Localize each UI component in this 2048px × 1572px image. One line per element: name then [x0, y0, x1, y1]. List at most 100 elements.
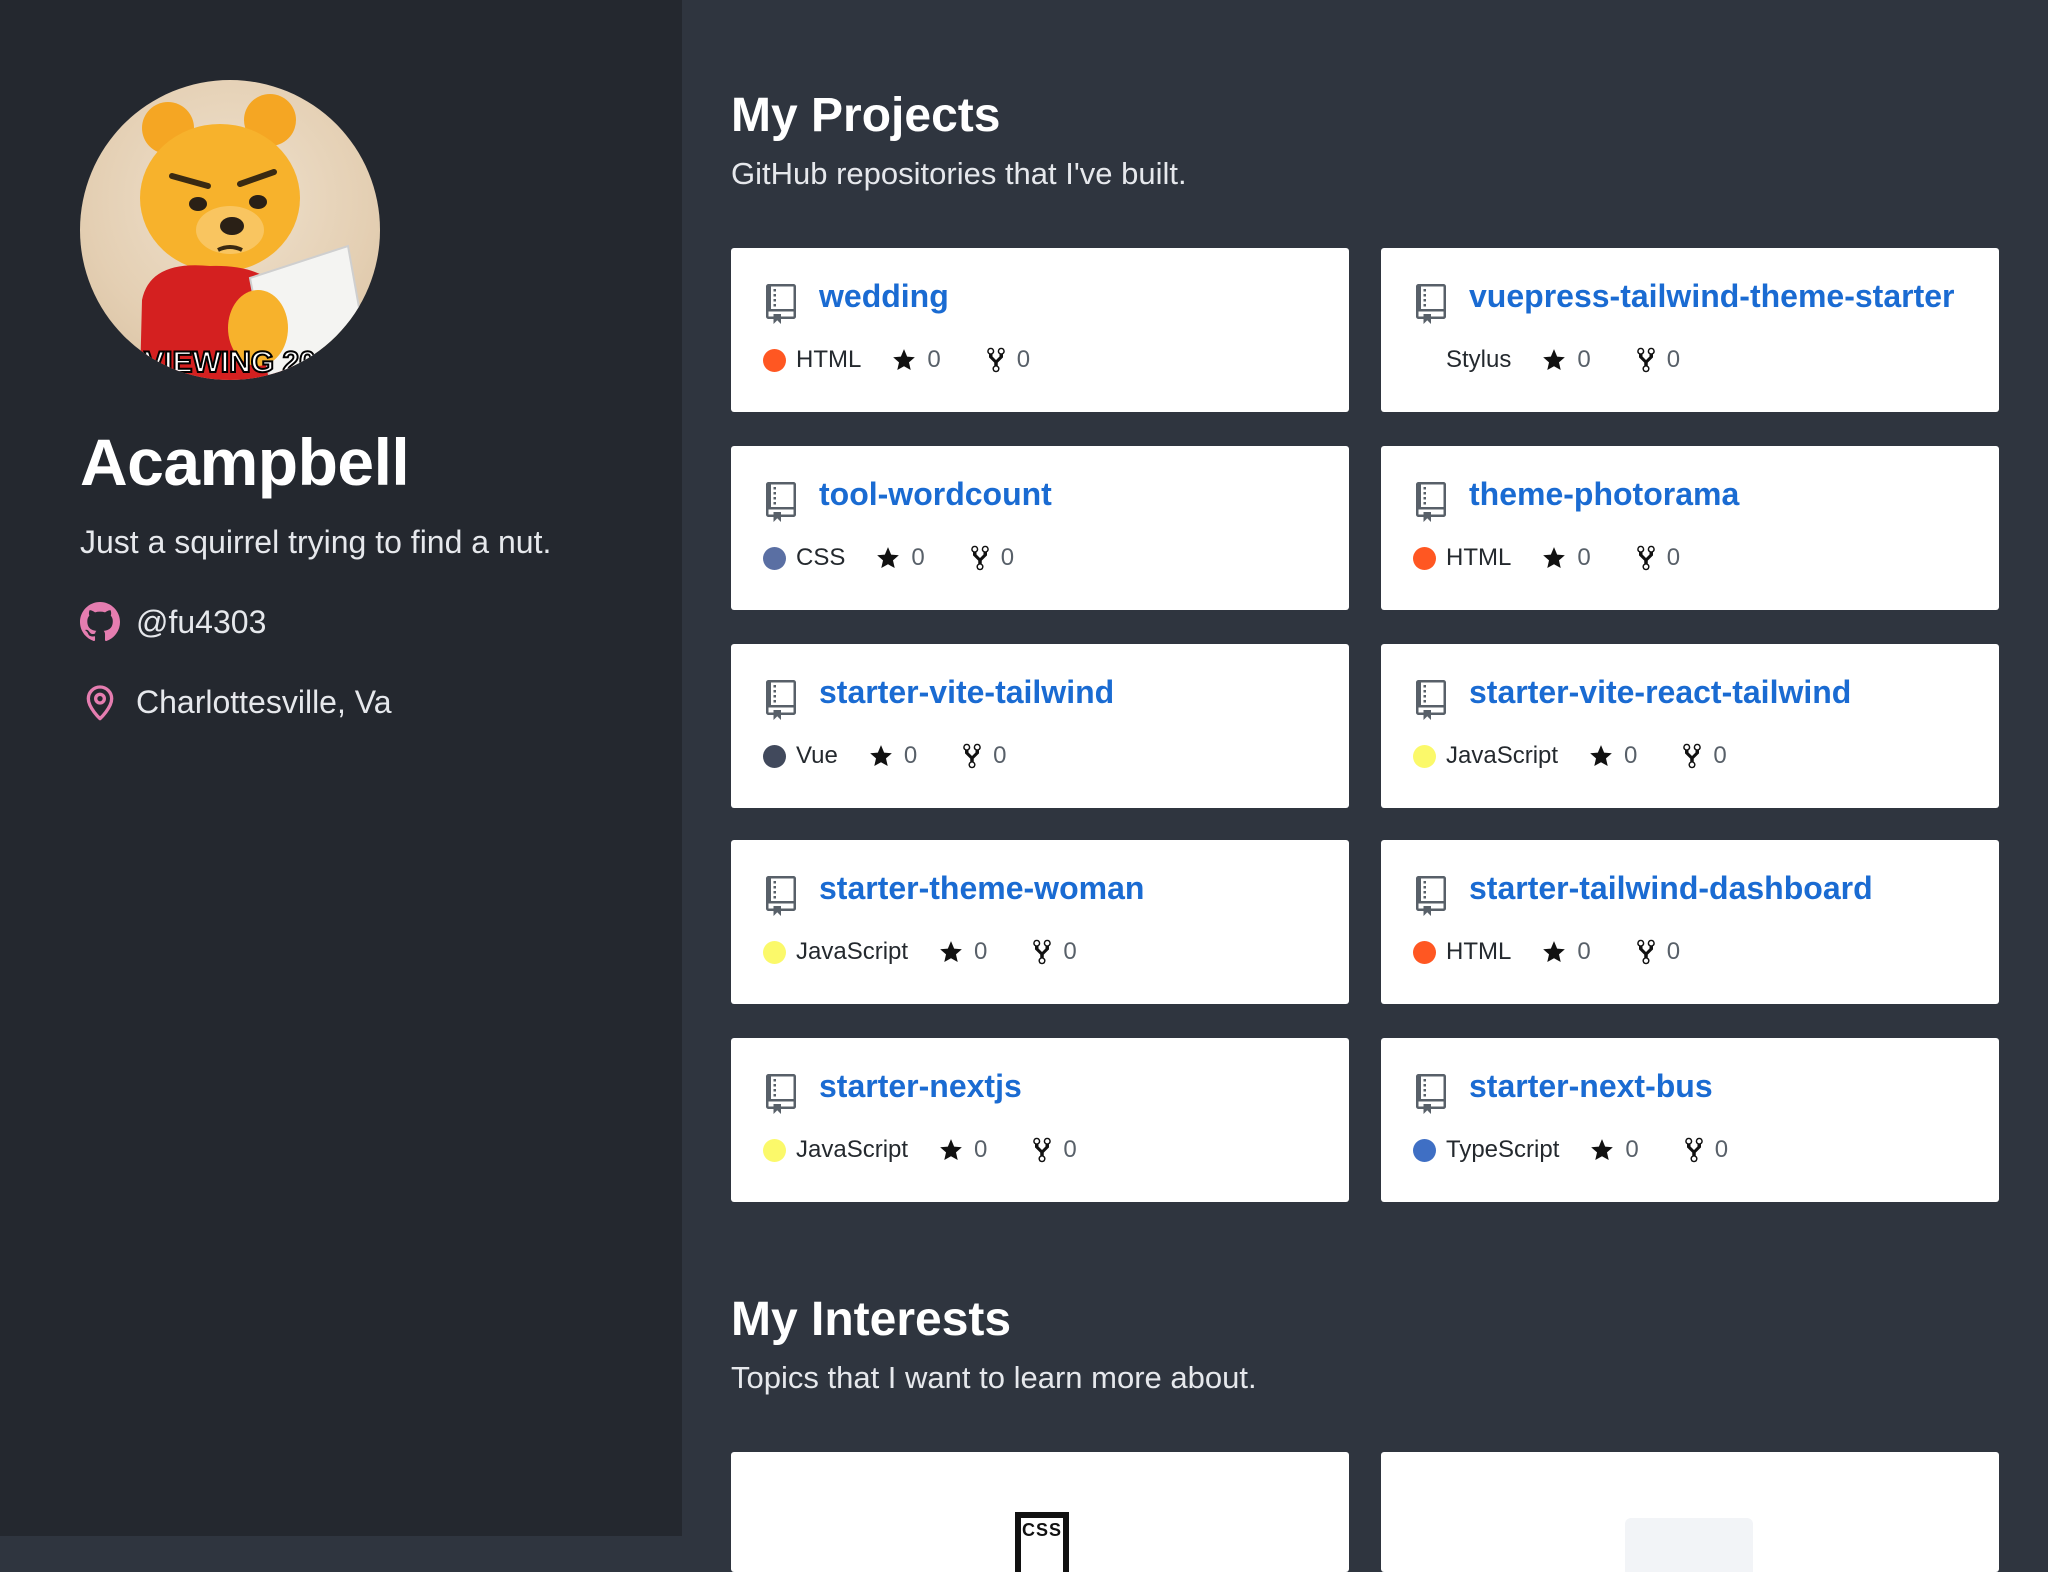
star-count: 0 [974, 1136, 988, 1163]
star-icon [1543, 349, 1566, 370]
location-text: Charlottesville, Va [136, 683, 392, 720]
repo-card[interactable]: tool-wordcount CSS 0 0 [731, 446, 1349, 610]
profile-bio: Just a squirrel trying to find a nut. [80, 524, 552, 560]
star-icon [1590, 745, 1612, 766]
repo-forks[interactable]: 0 [1635, 544, 1680, 572]
fork-icon [1636, 347, 1655, 373]
repo-card[interactable]: starter-next-bus TypeScript 0 0 [1381, 1038, 1999, 1202]
repo-language: JavaScript [796, 938, 909, 965]
star-icon [1543, 547, 1566, 568]
repo-stars[interactable]: 0 [891, 346, 941, 374]
repo-card[interactable]: starter-vite-react-tailwind JavaScript 0 0 [1381, 644, 1999, 808]
repo-meta: HTML 0 0 [1413, 938, 1724, 966]
avatar-caption: VIEWING 20 [144, 346, 316, 379]
star-count: 0 [911, 544, 925, 571]
github-handle-link[interactable]: @fu4303 [80, 602, 266, 642]
repo-stars[interactable]: 0 [1541, 938, 1591, 966]
repo-card[interactable]: vuepress-tailwind-theme-starter Stylus 0 0 [1381, 248, 1999, 412]
star-count: 0 [1577, 346, 1591, 373]
repo-stars[interactable]: 0 [938, 1136, 987, 1164]
repo-stars[interactable]: 0 [868, 742, 917, 770]
fork-icon [970, 545, 989, 571]
star-count: 0 [974, 938, 988, 965]
fork-count: 0 [1000, 544, 1015, 571]
repo-icon [763, 482, 799, 522]
repo-stars[interactable]: 0 [1588, 742, 1637, 770]
repo-name-link[interactable]: starter-vite-react-tailwind [1469, 674, 1851, 711]
repo-card[interactable]: starter-nextjs JavaScript 0 0 [731, 1038, 1349, 1202]
repo-language: HTML [1446, 938, 1512, 965]
fork-count: 0 [1666, 544, 1681, 571]
repo-forks[interactable]: 0 [1031, 938, 1077, 966]
star-count: 0 [1577, 544, 1591, 571]
profile-sidebar: VIEWING 20 Acampbell Just a squirrel try… [0, 0, 682, 1536]
repo-icon [763, 1074, 799, 1114]
github-icon [80, 602, 120, 642]
star-icon [940, 1139, 962, 1160]
repo-icon [1413, 876, 1449, 916]
repo-meta: Stylus 0 0 [1413, 346, 1724, 374]
repo-icon [1413, 680, 1449, 720]
repo-icon [1413, 482, 1449, 522]
repo-forks[interactable]: 0 [985, 346, 1030, 374]
repo-stars[interactable]: 0 [1541, 544, 1591, 572]
repo-name-link[interactable]: starter-theme-woman [819, 870, 1144, 907]
repo-card[interactable]: starter-theme-woman JavaScript 0 0 [731, 840, 1349, 1004]
star-icon [877, 547, 900, 568]
repo-stars[interactable]: 0 [875, 544, 925, 572]
repo-forks[interactable]: 0 [1635, 938, 1680, 966]
repo-meta: TypeScript 0 0 [1413, 1136, 1772, 1164]
interests-title: My Interests [731, 1293, 1012, 1346]
repo-stars[interactable]: 0 [1541, 346, 1591, 374]
projects-title: My Projects [731, 89, 1001, 142]
star-icon [893, 349, 916, 370]
language-color-dot [763, 348, 786, 372]
star-count: 0 [927, 346, 941, 373]
language-color-dot [1413, 349, 1436, 372]
repo-name-link[interactable]: starter-next-bus [1469, 1068, 1713, 1105]
repo-name-link[interactable]: tool-wordcount [819, 476, 1052, 513]
repo-icon [1413, 284, 1449, 324]
star-count: 0 [1624, 742, 1638, 769]
repo-meta: JavaScript 0 0 [763, 938, 1121, 966]
repo-name-link[interactable]: starter-tailwind-dashboard [1469, 870, 1873, 907]
repo-language: HTML [796, 346, 862, 373]
repo-name-link[interactable]: vuepress-tailwind-theme-starter [1469, 278, 1954, 315]
repo-language: JavaScript [1446, 742, 1559, 769]
repo-name-link[interactable]: starter-vite-tailwind [819, 674, 1114, 711]
repo-forks[interactable]: 0 [969, 544, 1014, 572]
repo-card[interactable]: starter-vite-tailwind Vue 0 0 [731, 644, 1349, 808]
language-color-dot [763, 940, 786, 964]
repo-name-link[interactable]: wedding [819, 278, 949, 315]
interest-card[interactable]: CSS [731, 1452, 1349, 1572]
interests-subtitle: Topics that I want to learn more about. [731, 1360, 1257, 1395]
star-icon [1591, 1139, 1614, 1160]
repo-name-link[interactable]: starter-nextjs [819, 1068, 1022, 1105]
repo-language: JavaScript [796, 1136, 909, 1163]
interest-card[interactable] [1381, 1452, 1999, 1572]
repo-stars[interactable]: 0 [1589, 1136, 1639, 1164]
repo-forks[interactable]: 0 [1635, 346, 1680, 374]
repo-language: Stylus [1446, 346, 1512, 373]
fork-count: 0 [1063, 1136, 1077, 1163]
star-icon [1543, 941, 1566, 962]
repo-forks[interactable]: 0 [1681, 742, 1727, 770]
repo-icon [1413, 1074, 1449, 1114]
repo-name-link[interactable]: theme-photorama [1469, 476, 1739, 513]
repo-card[interactable]: theme-photorama HTML 0 0 [1381, 446, 1999, 610]
repo-stars[interactable]: 0 [938, 938, 987, 966]
repo-language: HTML [1446, 544, 1512, 571]
repo-card[interactable]: wedding HTML 0 0 [731, 248, 1349, 412]
fork-icon [986, 347, 1005, 373]
repo-forks[interactable]: 0 [1683, 1136, 1728, 1164]
language-color-dot [1413, 940, 1436, 964]
repo-card[interactable]: starter-tailwind-dashboard HTML 0 0 [1381, 840, 1999, 1004]
fork-count: 0 [1714, 1136, 1729, 1163]
repo-forks[interactable]: 0 [961, 742, 1007, 770]
star-count: 0 [1577, 938, 1591, 965]
github-handle[interactable]: @fu4303 [136, 604, 266, 641]
language-color-dot [763, 546, 786, 570]
fork-icon [1033, 939, 1052, 965]
css-logo-text: CSS [1021, 1520, 1062, 1540]
repo-forks[interactable]: 0 [1031, 1136, 1077, 1164]
